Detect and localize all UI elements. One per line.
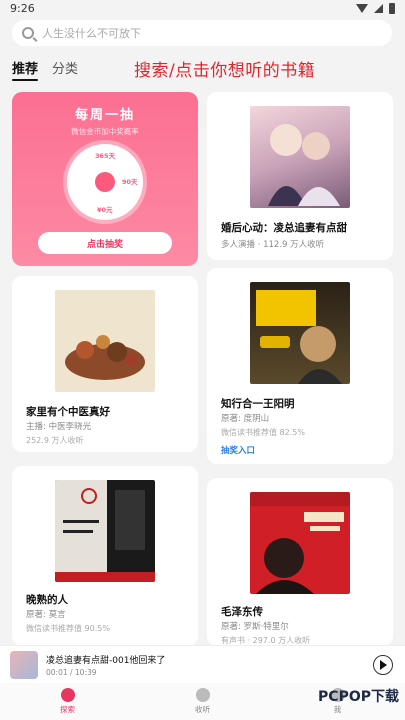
nav-explore[interactable]: 探索 xyxy=(28,688,108,715)
search-input[interactable] xyxy=(42,26,382,40)
lottery-wheel: 365天 90天 ¥0元 xyxy=(67,144,143,220)
book-card[interactable]: 毛泽东传 原著: 罗斯·特里尔 有声书 · 297.0 万人收听 xyxy=(207,478,393,646)
book-title: 婚后心动：凌总追妻有点甜 xyxy=(221,222,347,234)
cover-art-icon xyxy=(65,335,145,380)
cover-art-icon xyxy=(268,124,340,206)
wheel-label-right: 90天 xyxy=(122,178,138,186)
status-bar: 9:26 xyxy=(0,0,405,16)
player-title: 凌总追妻有点甜-001他回来了 xyxy=(46,656,166,666)
mini-player[interactable]: 凌总追妻有点甜-001他回来了 00:01 / 10:39 xyxy=(0,645,405,683)
signal-icon xyxy=(374,3,383,13)
book-cover xyxy=(55,480,155,582)
book-title: 晚熟的人 xyxy=(26,594,68,606)
lottery-subtitle: 微信金币加中奖概率 xyxy=(71,127,139,136)
cover-art-icon xyxy=(55,480,155,582)
book-card[interactable]: 知行合一王阳明 原著: 度阴山 微信读书推荐值 82.5% 抽奖入口 xyxy=(207,268,393,464)
search-icon xyxy=(22,27,34,39)
book-meta: 原著: 罗斯·特里尔 xyxy=(221,622,289,632)
book-cover xyxy=(250,106,350,208)
book-meta-secondary: 微信读书推荐值 90.5% xyxy=(26,624,110,633)
book-card[interactable]: 婚后心动：凌总追妻有点甜 多人演播 · 112.9 万人收听 xyxy=(207,92,393,260)
battery-icon xyxy=(389,2,395,14)
book-meta: 主播: 中医李晓光 xyxy=(26,422,92,432)
tab-category[interactable]: 分类 xyxy=(52,58,78,81)
book-meta-secondary: 252.9 万人收听 xyxy=(26,436,84,445)
tab-bar: 推荐 分类 xyxy=(12,58,78,81)
book-card[interactable]: 家里有个中医真好 主播: 中医李晓光 252.9 万人收听 xyxy=(12,276,198,452)
status-time: 9:26 xyxy=(10,1,35,15)
wheel-label-bottom: ¥0元 xyxy=(97,206,113,214)
nav-label: 探索 xyxy=(60,705,75,714)
lottery-entry-link[interactable]: 抽奖入口 xyxy=(221,444,255,456)
cover-art-icon xyxy=(256,290,342,384)
wifi-icon xyxy=(356,3,368,13)
play-button[interactable] xyxy=(373,655,393,675)
player-time: 00:01 / 10:39 xyxy=(46,668,97,677)
book-meta: 原著: 度阴山 xyxy=(221,414,270,424)
tab-recommend[interactable]: 推荐 xyxy=(12,58,39,81)
book-title: 知行合一王阳明 xyxy=(221,398,295,410)
book-meta: 原著: 莫言 xyxy=(26,610,66,620)
book-title: 毛泽东传 xyxy=(221,606,263,618)
cover-art-icon xyxy=(250,492,350,594)
status-icons xyxy=(356,2,395,14)
player-cover xyxy=(10,651,38,679)
watermark: PCPOP下载 xyxy=(318,689,399,705)
wheel-label-top: 365天 xyxy=(95,152,116,160)
book-cover xyxy=(250,492,350,594)
book-meta: 多人演播 · 112.9 万人收听 xyxy=(221,240,325,250)
book-meta-secondary: 微信读书推荐值 82.5% xyxy=(221,428,305,437)
nav-listen[interactable]: 收听 xyxy=(163,688,243,715)
lottery-card[interactable]: 每周一抽 微信金币加中奖概率 365天 90天 ¥0元 点击抽奖 xyxy=(12,92,198,266)
lottery-title: 每周一抽 xyxy=(74,108,135,123)
wheel-pointer-icon xyxy=(95,172,115,192)
search-bar[interactable] xyxy=(12,20,392,46)
book-card[interactable]: 晚熟的人 原著: 莫言 微信读书推荐值 90.5% xyxy=(12,466,198,646)
nav-label: 收听 xyxy=(195,705,210,714)
book-title: 家里有个中医真好 xyxy=(26,406,110,418)
compass-icon xyxy=(60,688,75,702)
book-cover xyxy=(250,282,350,384)
lottery-button[interactable]: 点击抽奖 xyxy=(38,232,172,254)
annotation-text: 搜索/点击你想听的书籍 xyxy=(134,61,316,81)
book-cover xyxy=(55,290,155,392)
audio-wave-icon xyxy=(195,688,210,702)
